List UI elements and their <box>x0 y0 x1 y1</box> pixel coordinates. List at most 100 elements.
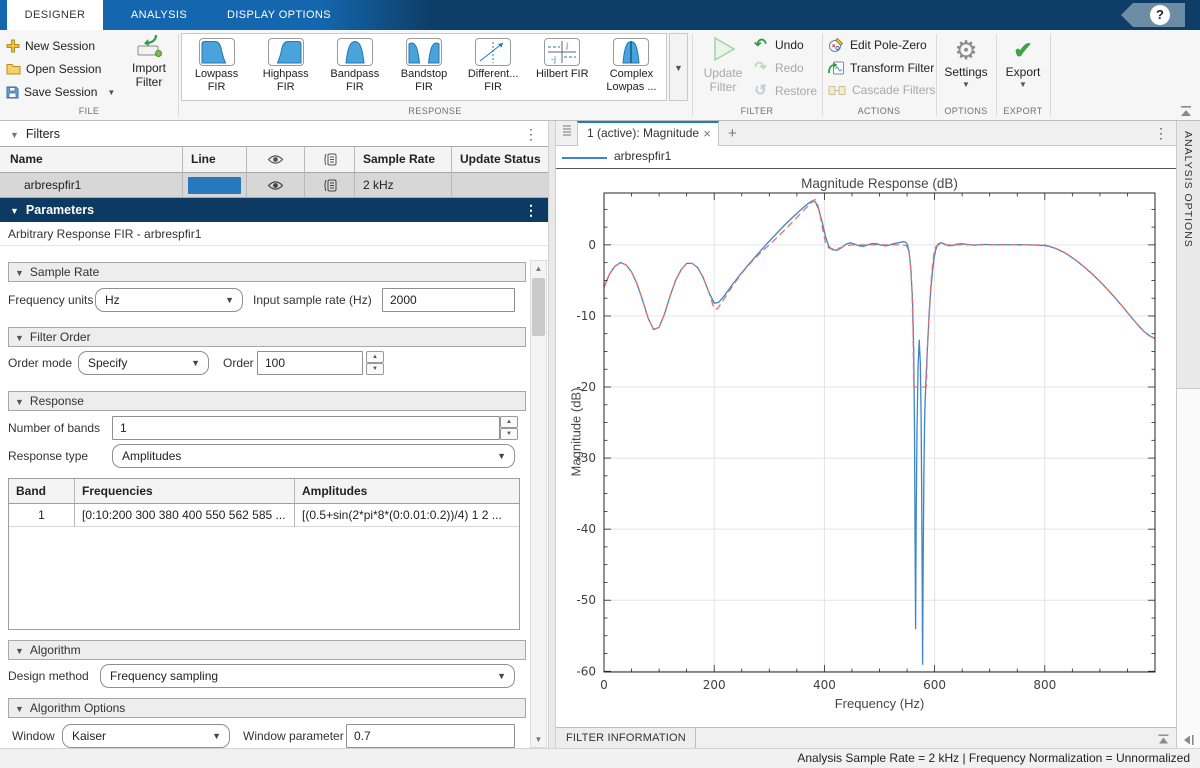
filter-visibility-toggle[interactable] <box>247 172 305 198</box>
save-session-label: Save Session <box>24 85 97 99</box>
filter-line-cell[interactable] <box>183 172 247 198</box>
frequency-units-label: Frequency units <box>8 288 93 312</box>
band-table-row[interactable]: 1 [0:10:200 300 380 400 550 562 585 ... … <box>9 504 519 527</box>
input-sample-rate-field[interactable]: 2000 <box>382 288 515 312</box>
collapse-ribbon-icon <box>1178 104 1194 118</box>
section-header-filter-order[interactable]: ▼Filter Order <box>8 327 526 347</box>
filter-designer-app: DESIGNER ANALYSIS DISPLAY OPTIONS ? New … <box>0 0 1200 768</box>
gallery-item-hilbert-fir[interactable]: j-j Hilbert FIR <box>528 34 597 100</box>
save-session-button[interactable]: Save Session ▼ <box>6 82 115 102</box>
settings-button[interactable]: ⚙ Settings ▼ <box>938 35 994 89</box>
tab-list-button[interactable] <box>559 124 575 143</box>
tab-analysis[interactable]: ANALYSIS <box>103 0 215 30</box>
play-icon <box>708 35 738 63</box>
y-tick-label: 0 <box>588 238 596 252</box>
y-tick-label: -20 <box>576 380 596 394</box>
transform-filter-button[interactable]: Transform Filter <box>828 60 934 76</box>
redo-button[interactable]: ↷ Redo <box>752 60 804 76</box>
gallery-item-bandpass-fir[interactable]: Bandpass FIR <box>320 34 389 100</box>
gallery-item-label: Lowpas ... <box>597 81 666 94</box>
edit-pole-zero-button[interactable]: Edit Pole-Zero <box>828 37 927 53</box>
section-divider <box>996 34 997 116</box>
edit-pole-zero-label: Edit Pole-Zero <box>850 38 927 52</box>
plus-icon <box>6 39 20 53</box>
close-icon[interactable]: × <box>703 123 711 145</box>
number-of-bands-stepper[interactable]: ▲▼ <box>500 416 518 440</box>
section-header-response[interactable]: ▼Response <box>8 391 526 411</box>
filter-information-bar: FILTER INFORMATION <box>556 727 1176 748</box>
section-title: Algorithm <box>30 643 81 657</box>
update-filter-button[interactable]: Update Filter <box>698 35 748 94</box>
kebab-menu-icon[interactable]: ⋮ <box>524 122 538 146</box>
filter-row[interactable]: arbrespfir1 2 kHz <box>0 172 548 198</box>
kebab-menu-icon[interactable]: ⋮ <box>1154 121 1168 145</box>
gallery-item-bandstop-fir[interactable]: Bandstop FIR <box>389 34 458 100</box>
stepper-down-icon[interactable]: ▼ <box>366 363 384 375</box>
parameters-panel-header[interactable]: ▼Parameters ⋮ <box>0 198 548 222</box>
response-type-value: Amplitudes <box>122 449 181 463</box>
window-parameter-field[interactable]: 0.7 <box>346 724 515 748</box>
restore-button[interactable]: ↺ Restore <box>752 83 817 99</box>
complex-lowpass-response-icon <box>614 39 648 65</box>
stepper-down-icon[interactable]: ▼ <box>500 428 518 440</box>
undo-button[interactable]: ↶ Undo <box>752 37 804 53</box>
scroll-down-icon[interactable]: ▼ <box>531 732 546 747</box>
filters-panel-header[interactable]: ▼Filters ⋮ <box>0 122 548 146</box>
response-type-dropdown[interactable]: Amplitudes▼ <box>112 444 515 468</box>
cascade-filters-icon <box>828 84 846 97</box>
design-method-value: Frequency sampling <box>110 669 218 683</box>
window-dropdown[interactable]: Kaiser▼ <box>62 724 230 748</box>
new-session-button[interactable]: New Session <box>6 36 95 56</box>
plot-tab-magnitude[interactable]: 1 (active): Magnitude × <box>577 121 719 146</box>
gallery-item-lowpass-fir[interactable]: Lowpass FIR <box>182 34 251 100</box>
panel-splitter[interactable] <box>548 121 556 748</box>
cascade-filters-button[interactable]: Cascade Filters <box>828 83 935 97</box>
column-header-name: Name <box>0 146 183 172</box>
gallery-item-highpass-fir[interactable]: Highpass FIR <box>251 34 320 100</box>
checkmark-icon: ✔ <box>999 35 1047 65</box>
section-label-file: FILE <box>0 106 178 118</box>
band-frequencies-cell[interactable]: [0:10:200 300 380 400 550 562 585 ... <box>75 504 295 527</box>
kebab-menu-icon[interactable]: ⋮ <box>524 198 538 222</box>
band-number-cell[interactable]: 1 <box>9 504 75 527</box>
section-header-algorithm[interactable]: ▼Algorithm <box>8 640 526 660</box>
export-button[interactable]: ✔ Export ▼ <box>999 35 1047 89</box>
scrollbar-thumb[interactable] <box>532 278 545 336</box>
open-session-button[interactable]: Open Session <box>6 59 101 79</box>
order-stepper[interactable]: ▲▼ <box>366 351 384 375</box>
magnitude-response-plot: Magnitude Response (dB) Magnitude (dB) F… <box>556 169 1176 727</box>
analysis-options-tab[interactable]: ANALYSIS OPTIONS <box>1177 121 1200 389</box>
chevron-down-icon: ▼ <box>497 665 506 687</box>
section-header-sample-rate[interactable]: ▼Sample Rate <box>8 262 526 282</box>
filter-information-tab[interactable]: FILTER INFORMATION <box>556 728 696 748</box>
order-field[interactable]: 100 <box>257 351 363 375</box>
new-plot-tab-button[interactable]: + <box>728 123 737 145</box>
scroll-up-icon[interactable]: ▲ <box>531 261 546 276</box>
parameters-scrollbar[interactable]: ▲ ▼ <box>530 260 547 748</box>
gallery-item-differentiator-fir[interactable]: Different... FIR <box>459 34 528 100</box>
filters-table: Name Line Sample Rate Update Status arbr… <box>0 146 548 198</box>
help-icon[interactable]: ? <box>1150 5 1170 25</box>
gallery-item-label: FIR <box>389 81 458 94</box>
gallery-item-complex-lowpass-fir[interactable]: Complex Lowpas ... <box>597 34 666 100</box>
stepper-up-icon[interactable]: ▲ <box>500 416 518 428</box>
number-of-bands-field[interactable]: 1 <box>112 416 500 440</box>
design-method-dropdown[interactable]: Frequency sampling ▼ <box>100 664 515 688</box>
filter-line-swatch[interactable] <box>188 177 241 194</box>
parameters-subtitle: Arbitrary Response FIR - arbrespfir1 <box>0 222 548 246</box>
band-amplitudes-cell[interactable]: [(0.5+sin(2*pi*8*(0:0.01:0.2))/4) 1 2 ..… <box>295 504 519 527</box>
gear-icon: ⚙ <box>938 35 994 65</box>
collapse-ribbon-button[interactable] <box>1178 104 1194 118</box>
tab-designer[interactable]: DESIGNER <box>7 0 103 30</box>
gallery-expand-button[interactable]: ▼ <box>669 33 688 101</box>
section-header-algorithm-options[interactable]: ▼Algorithm Options <box>8 698 526 718</box>
bandstop-response-icon <box>407 39 441 65</box>
stepper-up-icon[interactable]: ▲ <box>366 351 384 363</box>
frequency-units-dropdown[interactable]: Hz▼ <box>95 288 243 312</box>
order-mode-dropdown[interactable]: Specify▼ <box>78 351 209 375</box>
plot-canvas[interactable]: 02004006008000-10-20-30-40-50-60 <box>556 169 1176 727</box>
filter-info-button[interactable] <box>305 172 355 198</box>
tab-display-options[interactable]: DISPLAY OPTIONS <box>215 0 343 30</box>
column-header-frequencies: Frequencies <box>75 479 295 504</box>
import-filter-button[interactable]: Import Filter <box>122 34 176 89</box>
